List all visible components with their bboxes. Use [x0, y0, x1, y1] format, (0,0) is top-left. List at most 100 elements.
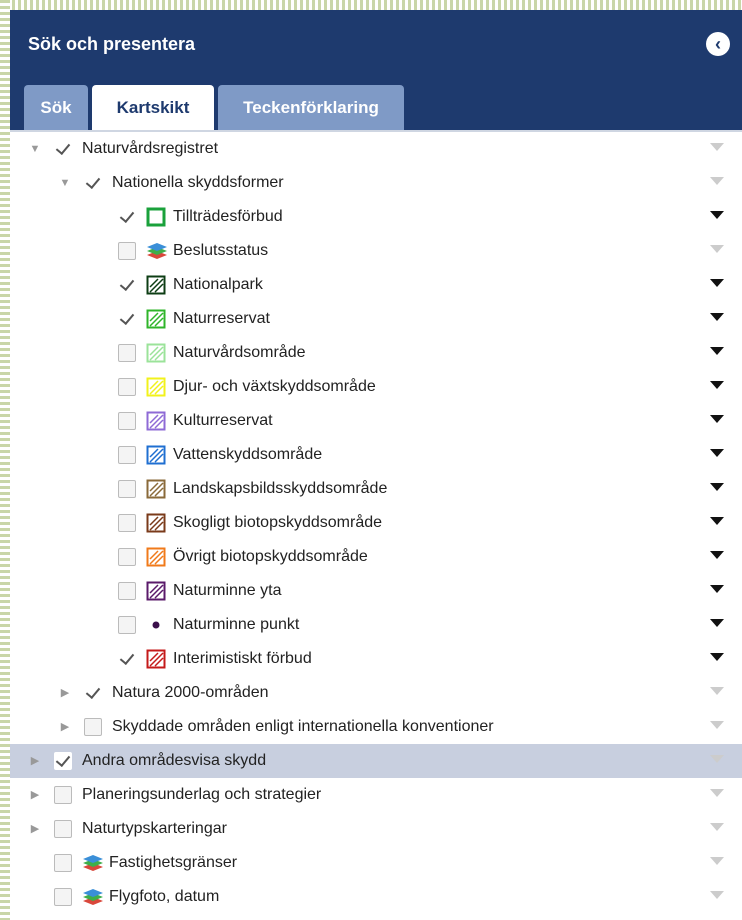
layer-label: Skogligt biotopskyddsområde — [173, 514, 383, 531]
layer-tree: ▼ Naturvårdsregistret ▼ Nationella skyddsfo… — [10, 132, 742, 914]
collapsed-arrow-icon[interactable]: ▶ — [28, 822, 42, 836]
layer-row[interactable]: Flygfoto, datum — [10, 880, 742, 914]
collapsed-arrow-icon[interactable]: ▶ — [58, 720, 72, 734]
layer-row[interactable]: ▼ Nationella skyddsformer — [10, 166, 742, 200]
layer-menu-icon[interactable] — [710, 143, 724, 151]
layer-checkbox[interactable] — [118, 242, 136, 260]
layer-checkbox[interactable] — [118, 514, 136, 532]
layer-row[interactable]: ▶ Andra områdesvisa skydd — [10, 744, 742, 778]
layer-menu-icon[interactable] — [710, 823, 724, 831]
layer-menu-icon[interactable] — [710, 211, 724, 219]
layer-row[interactable]: ▶ Skyddade områden enligt internationella… — [10, 710, 742, 744]
collapse-panel-icon[interactable]: ‹ — [706, 32, 730, 56]
layer-symbol-icon — [146, 513, 166, 533]
layer-checkbox[interactable] — [118, 616, 136, 634]
layer-menu-icon[interactable] — [710, 687, 724, 695]
layer-menu-icon[interactable] — [710, 891, 724, 899]
layer-checkbox[interactable] — [54, 854, 72, 872]
layer-row[interactable]: ▶ Naturtypskarteringar — [10, 812, 742, 846]
layer-row[interactable]: Övrigt biotopskyddsområde — [10, 540, 742, 574]
layer-checkbox[interactable] — [84, 718, 102, 736]
layer-row[interactable]: Naturminne punkt — [10, 608, 742, 642]
layer-menu-icon[interactable] — [710, 721, 724, 729]
layer-symbol-icon — [146, 581, 166, 601]
layer-row[interactable]: Djur- och växtskyddsområde — [10, 370, 742, 404]
layer-menu-icon[interactable] — [710, 789, 724, 797]
layer-checkbox[interactable] — [118, 276, 136, 294]
layer-row[interactable]: Naturvårdsområde — [10, 336, 742, 370]
layer-checkbox[interactable] — [118, 480, 136, 498]
layer-menu-icon[interactable] — [710, 619, 724, 627]
layer-label: Vattenskyddsområde — [173, 446, 323, 463]
layer-row[interactable]: Naturreservat — [10, 302, 742, 336]
tab-kartskikt[interactable]: Kartskikt — [92, 85, 214, 130]
layer-menu-icon[interactable] — [710, 279, 724, 287]
tab-teckenforklaring[interactable]: Teckenförklaring — [218, 85, 404, 130]
layer-row[interactable]: ▼ Naturvårdsregistret — [10, 132, 742, 166]
layer-checkbox[interactable] — [84, 684, 102, 702]
collapsed-arrow-icon[interactable]: ▶ — [28, 754, 42, 768]
layer-checkbox[interactable] — [118, 378, 136, 396]
layer-row[interactable]: Interimistiskt förbud — [10, 642, 742, 676]
layer-symbol-icon — [146, 377, 166, 397]
layer-menu-icon[interactable] — [710, 449, 724, 457]
layer-checkbox[interactable] — [84, 174, 102, 192]
layer-checkbox[interactable] — [118, 412, 136, 430]
layer-checkbox[interactable] — [54, 752, 72, 770]
layer-symbol-icon — [146, 343, 166, 363]
layer-checkbox[interactable] — [118, 582, 136, 600]
layer-row[interactable]: Kulturreservat — [10, 404, 742, 438]
layer-checkbox[interactable] — [118, 446, 136, 464]
layer-row[interactable]: Naturminne yta — [10, 574, 742, 608]
layer-checkbox[interactable] — [54, 140, 72, 158]
collapsed-arrow-icon[interactable]: ▶ — [58, 686, 72, 700]
layer-label: Naturvårdsområde — [173, 344, 306, 361]
layer-row[interactable]: Skogligt biotopskyddsområde — [10, 506, 742, 540]
layer-checkbox[interactable] — [118, 310, 136, 328]
collapsed-arrow-icon[interactable]: ▶ — [28, 788, 42, 802]
layer-checkbox[interactable] — [54, 820, 72, 838]
layer-symbol-icon — [146, 479, 166, 499]
layer-row[interactable]: ▶ Natura 2000-områden — [10, 676, 742, 710]
layer-row[interactable]: Beslutsstatus — [10, 234, 742, 268]
layer-label: Landskapsbildsskyddsområde — [173, 480, 388, 497]
tab-sok[interactable]: Sök — [24, 85, 88, 130]
layer-menu-icon[interactable] — [710, 483, 724, 491]
layer-label: Naturminne punkt — [173, 616, 300, 633]
layer-menu-icon[interactable] — [710, 755, 724, 763]
layer-row[interactable]: Fastighetsgränser — [10, 846, 742, 880]
layer-row[interactable]: Tillträdesförbud — [10, 200, 742, 234]
layer-menu-icon[interactable] — [710, 313, 724, 321]
layer-row[interactable]: Landskapsbildsskyddsområde — [10, 472, 742, 506]
layer-menu-icon[interactable] — [710, 415, 724, 423]
layer-label: Naturminne yta — [173, 582, 282, 599]
layer-checkbox[interactable] — [118, 344, 136, 362]
layer-menu-icon[interactable] — [710, 653, 724, 661]
layer-row[interactable]: ▶ Planeringsunderlag och strategier — [10, 778, 742, 812]
layer-menu-icon[interactable] — [710, 857, 724, 865]
layer-row[interactable]: Vattenskyddsområde — [10, 438, 742, 472]
layer-label: Andra områdesvisa skydd — [82, 752, 267, 769]
layer-checkbox[interactable] — [118, 548, 136, 566]
layer-label: Nationalpark — [173, 276, 263, 293]
expanded-arrow-icon[interactable]: ▼ — [28, 142, 42, 156]
layer-checkbox[interactable] — [54, 888, 72, 906]
layer-menu-icon[interactable] — [710, 347, 724, 355]
layer-label: Naturreservat — [173, 310, 270, 327]
layer-row[interactable]: Nationalpark — [10, 268, 742, 302]
layer-menu-icon[interactable] — [710, 245, 724, 253]
layer-menu-icon[interactable] — [710, 177, 724, 185]
expanded-arrow-icon[interactable]: ▼ — [58, 176, 72, 190]
layer-menu-icon[interactable] — [710, 551, 724, 559]
layer-checkbox[interactable] — [118, 650, 136, 668]
layer-label: Naturtypskarteringar — [82, 820, 227, 837]
layer-symbol-icon — [146, 207, 166, 227]
layer-menu-icon[interactable] — [710, 381, 724, 389]
layer-checkbox[interactable] — [118, 208, 136, 226]
layer-label: Tillträdesförbud — [173, 208, 283, 225]
layer-label: Naturvårdsregistret — [82, 140, 219, 157]
layer-menu-icon[interactable] — [710, 517, 724, 525]
layer-menu-icon[interactable] — [710, 585, 724, 593]
layer-checkbox[interactable] — [54, 786, 72, 804]
layer-label: Fastighetsgränser — [109, 854, 238, 871]
